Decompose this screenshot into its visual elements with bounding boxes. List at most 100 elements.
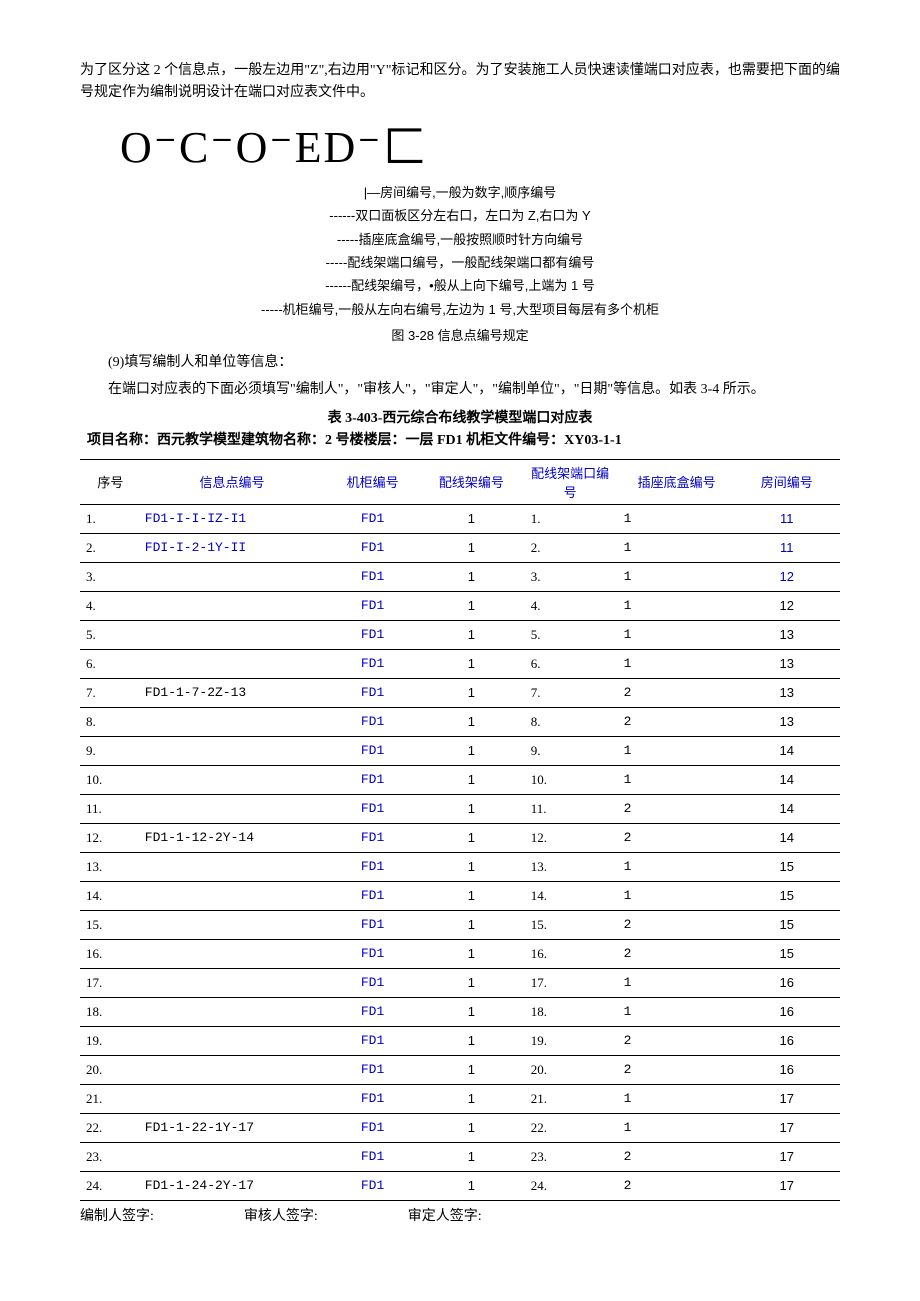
table-cell: 1 bbox=[422, 1055, 521, 1084]
table-cell: FD1 bbox=[323, 504, 422, 533]
table-cell: FD1 bbox=[323, 678, 422, 707]
table-cell: 3. bbox=[521, 562, 620, 591]
table-cell: 2 bbox=[620, 939, 734, 968]
table-cell: 20. bbox=[80, 1055, 141, 1084]
table-cell: 1. bbox=[521, 504, 620, 533]
table-cell: 2. bbox=[80, 533, 141, 562]
col-seq: 序号 bbox=[80, 459, 141, 504]
table-cell: 1 bbox=[422, 910, 521, 939]
table-cell: 24. bbox=[80, 1171, 141, 1200]
table-cell: 1 bbox=[620, 591, 734, 620]
table-cell bbox=[141, 649, 323, 678]
table-cell bbox=[141, 939, 323, 968]
table-cell: 2 bbox=[620, 1055, 734, 1084]
table-cell bbox=[141, 910, 323, 939]
table-cell: 17 bbox=[734, 1142, 840, 1171]
table-cell bbox=[141, 736, 323, 765]
table-cell: 16 bbox=[734, 968, 840, 997]
table-cell bbox=[141, 881, 323, 910]
table-cell: 1 bbox=[422, 881, 521, 910]
table-cell: 1 bbox=[620, 736, 734, 765]
table-cell: 12. bbox=[80, 823, 141, 852]
table-cell: 1 bbox=[422, 968, 521, 997]
table-row: 14.FD1114.115 bbox=[80, 881, 840, 910]
table-cell: 15. bbox=[521, 910, 620, 939]
table-cell: 1 bbox=[620, 997, 734, 1026]
table-cell: FD1 bbox=[323, 968, 422, 997]
table-cell: FD1 bbox=[323, 1113, 422, 1142]
table-row: 20.FD1120.216 bbox=[80, 1055, 840, 1084]
table-cell: 23. bbox=[521, 1142, 620, 1171]
table-cell: 15 bbox=[734, 881, 840, 910]
table-cell: 13 bbox=[734, 620, 840, 649]
table-cell: 21. bbox=[521, 1084, 620, 1113]
table-cell: 3. bbox=[80, 562, 141, 591]
table-cell: 11. bbox=[80, 794, 141, 823]
table-cell: FD1 bbox=[323, 562, 422, 591]
table-cell: 1 bbox=[422, 620, 521, 649]
table-cell: 2 bbox=[620, 1171, 734, 1200]
table-cell: 13 bbox=[734, 707, 840, 736]
table-cell: 1 bbox=[422, 707, 521, 736]
table-cell: 1 bbox=[422, 533, 521, 562]
table-cell: 13. bbox=[521, 852, 620, 881]
table-cell: 1 bbox=[422, 939, 521, 968]
table-row: 2.FDI-I-2-1Y-IIFD112.111 bbox=[80, 533, 840, 562]
table-cell bbox=[141, 765, 323, 794]
table-cell: 14 bbox=[734, 823, 840, 852]
table-cell: FD1 bbox=[323, 649, 422, 678]
table-title: 表 3-403-西元综合布线教学模型端口对应表 bbox=[80, 407, 840, 427]
table-cell: FD1 bbox=[323, 1142, 422, 1171]
table-cell: 4. bbox=[521, 591, 620, 620]
table-cell: 1 bbox=[620, 765, 734, 794]
table-cell: 17 bbox=[734, 1171, 840, 1200]
table-cell: 19. bbox=[521, 1026, 620, 1055]
table-cell: 1 bbox=[620, 1084, 734, 1113]
table-cell: 24. bbox=[521, 1171, 620, 1200]
table-cell: FD1 bbox=[323, 736, 422, 765]
table-cell: FD1 bbox=[323, 533, 422, 562]
sign-author: 编制人签字: bbox=[80, 1205, 154, 1225]
table-cell: 1 bbox=[620, 881, 734, 910]
table-row: 8.FD118.213 bbox=[80, 707, 840, 736]
table-cell: FD1 bbox=[323, 620, 422, 649]
table-cell: 1 bbox=[422, 794, 521, 823]
table-cell: 11. bbox=[521, 794, 620, 823]
table-cell: FD1 bbox=[323, 910, 422, 939]
table-cell: FD1 bbox=[323, 765, 422, 794]
table-cell: FD1-1-12-2Y-14 bbox=[141, 823, 323, 852]
table-row: 15.FD1115.215 bbox=[80, 910, 840, 939]
table-row: 9.FD119.114 bbox=[80, 736, 840, 765]
table-cell: FD1 bbox=[323, 939, 422, 968]
table-cell: 4. bbox=[80, 591, 141, 620]
table-cell: 10. bbox=[521, 765, 620, 794]
table-cell: 1. bbox=[80, 504, 141, 533]
table-row: 17.FD1117.116 bbox=[80, 968, 840, 997]
table-cell: 1 bbox=[620, 1113, 734, 1142]
table-cell: 2 bbox=[620, 823, 734, 852]
table-cell: FD1 bbox=[323, 823, 422, 852]
table-cell: 21. bbox=[80, 1084, 141, 1113]
table-cell: FD1 bbox=[323, 881, 422, 910]
table-cell: 7. bbox=[80, 678, 141, 707]
table-cell: FD1-1-7-2Z-13 bbox=[141, 678, 323, 707]
table-cell: 1 bbox=[422, 823, 521, 852]
table-cell: 16 bbox=[734, 1026, 840, 1055]
table-cell: 1 bbox=[620, 533, 734, 562]
table-cell: 1 bbox=[620, 504, 734, 533]
table-cell: 14. bbox=[80, 881, 141, 910]
diagram-note: -----配线架端口编号，一般配线架端口都有编号 bbox=[80, 251, 840, 274]
table-row: 12.FD1-1-12-2Y-14FD1112.214 bbox=[80, 823, 840, 852]
table-cell: 10. bbox=[80, 765, 141, 794]
table-cell: 1 bbox=[422, 1142, 521, 1171]
table-cell: 22. bbox=[80, 1113, 141, 1142]
table-cell: 14 bbox=[734, 736, 840, 765]
port-mapping-table: 序号 信息点编号 机柜编号 配线架编号 配线架端口编号 插座底盒编号 房间编号 … bbox=[80, 459, 840, 1201]
table-cell: 15 bbox=[734, 939, 840, 968]
table-cell: FDI-I-2-1Y-II bbox=[141, 533, 323, 562]
table-cell: FD1 bbox=[323, 997, 422, 1026]
table-cell: FD1 bbox=[323, 794, 422, 823]
table-cell: FD1-1-22-1Y-17 bbox=[141, 1113, 323, 1142]
table-row: 10.FD1110.114 bbox=[80, 765, 840, 794]
table-cell bbox=[141, 852, 323, 881]
